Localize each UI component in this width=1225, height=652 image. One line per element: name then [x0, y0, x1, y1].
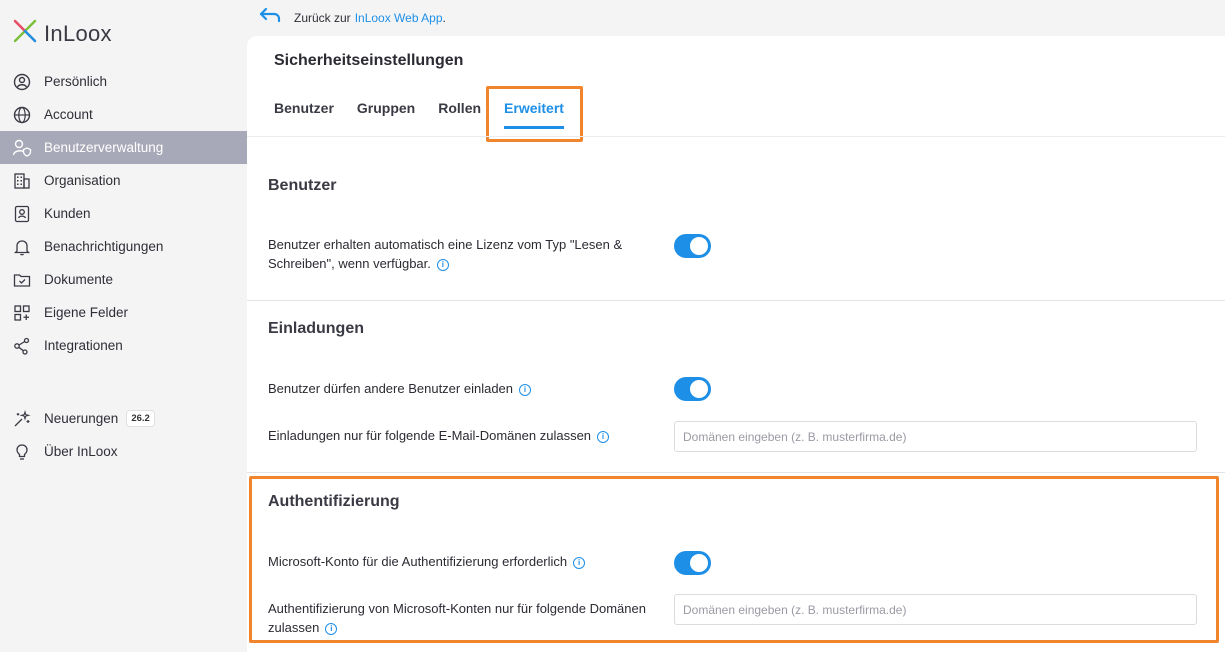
main-panel: Sicherheitseinstellungen Benutzer Gruppe… — [247, 36, 1225, 652]
back-link-suffix: . — [442, 10, 446, 25]
page-title: Sicherheitseinstellungen — [274, 52, 464, 69]
share-nodes-icon — [12, 336, 32, 356]
back-link-prefix: Zurück zur — [294, 10, 351, 25]
license-toggle[interactable] — [674, 234, 711, 258]
lightbulb-icon — [12, 442, 32, 462]
section-title-benutzer: Benutzer — [268, 177, 337, 194]
sidebar-item-neuerungen[interactable]: Neuerungen 26.2 — [0, 402, 247, 435]
section-divider — [247, 472, 1225, 473]
info-icon[interactable]: i — [573, 556, 586, 569]
folder-check-icon — [12, 270, 32, 290]
toggle-knob — [690, 554, 708, 572]
tab-rollen[interactable]: Rollen — [438, 100, 481, 129]
sidebar: InLoox Persönlich Account Benutzerverwal… — [0, 0, 247, 652]
sidebar-item-label: Dokumente — [44, 272, 114, 287]
building-icon — [12, 171, 32, 191]
sidebar-item-label: Benachrichtigungen — [44, 239, 164, 254]
setting-ms-auth-text: Microsoft-Konto für die Authentifizierun… — [268, 554, 568, 569]
sidebar-item-label: Persönlich — [44, 74, 108, 89]
info-icon[interactable]: i — [436, 258, 449, 271]
sidebar-item-eigene-felder[interactable]: Eigene Felder — [0, 296, 247, 329]
brand-logo[interactable]: InLoox — [12, 18, 112, 49]
sidebar-item-label: Integrationen — [44, 338, 123, 353]
globe-icon — [12, 105, 32, 125]
sidebar-item-kunden[interactable]: Kunden — [0, 197, 247, 230]
toggle-knob — [690, 380, 708, 398]
back-arrow-icon[interactable] — [258, 6, 282, 29]
sidebar-item-label: Eigene Felder — [44, 305, 129, 320]
brand-name: InLoox — [44, 20, 112, 46]
sidebar-item-label: Organisation — [44, 173, 121, 188]
toggle-knob — [690, 237, 708, 255]
ms-domains-input[interactable] — [674, 594, 1197, 625]
invite-domains-input[interactable] — [674, 421, 1197, 452]
section-divider — [247, 300, 1225, 301]
sidebar-item-persoenlich[interactable]: Persönlich — [0, 65, 247, 98]
sidebar-item-dokumente[interactable]: Dokumente — [0, 263, 247, 296]
tab-gruppen[interactable]: Gruppen — [357, 100, 415, 129]
setting-ms-auth-label: Microsoft-Konto für die Authentifizierun… — [268, 552, 653, 571]
inloox-logo-icon — [12, 18, 38, 49]
sidebar-secondary-nav: Neuerungen 26.2 Über InLoox — [0, 402, 247, 468]
sparkle-icon — [12, 409, 32, 429]
version-badge: 26.2 — [126, 410, 155, 427]
setting-invite-domains-text: Einladungen nur für folgende E-Mail-Domä… — [268, 428, 592, 443]
user-circle-icon — [12, 72, 32, 92]
sidebar-item-benachrichtigungen[interactable]: Benachrichtigungen — [0, 230, 247, 263]
setting-ms-domains-label: Authentifizierung von Microsoft-Konten n… — [268, 599, 653, 637]
tab-highlight-frame — [486, 86, 583, 142]
sidebar-item-benutzerverwaltung[interactable]: Benutzerverwaltung — [0, 131, 247, 164]
section-title-authentifizierung: Authentifizierung — [268, 493, 400, 510]
ms-auth-toggle[interactable] — [674, 551, 711, 575]
sidebar-item-label: Neuerungen — [44, 411, 119, 426]
setting-invite-label: Benutzer dürfen andere Benutzer einladen… — [268, 379, 653, 398]
setting-license-label: Benutzer erhalten automatisch eine Lizen… — [268, 235, 653, 273]
setting-invite-domains-label: Einladungen nur für folgende E-Mail-Domä… — [268, 426, 653, 445]
sidebar-item-integrationen[interactable]: Integrationen — [0, 329, 247, 362]
sidebar-item-label: Benutzerverwaltung — [44, 140, 164, 155]
sidebar-item-label: Kunden — [44, 206, 91, 221]
tab-benutzer[interactable]: Benutzer — [274, 100, 334, 129]
sidebar-nav: Persönlich Account Benutzerverwaltung Or… — [0, 65, 247, 362]
info-icon[interactable]: i — [519, 383, 532, 396]
sidebar-item-label: Über InLoox — [44, 444, 118, 459]
setting-invite-text: Benutzer dürfen andere Benutzer einladen — [268, 381, 514, 396]
info-icon[interactable]: i — [597, 430, 610, 443]
back-link[interactable]: Zurück zur InLoox Web App . — [258, 6, 446, 29]
section-title-einladungen: Einladungen — [268, 320, 364, 337]
user-shield-icon — [12, 138, 32, 158]
sidebar-item-ueber-inloox[interactable]: Über InLoox — [0, 435, 247, 468]
sidebar-item-account[interactable]: Account — [0, 98, 247, 131]
sidebar-item-label: Account — [44, 107, 93, 122]
tab-divider — [247, 136, 1225, 137]
info-icon[interactable]: i — [325, 622, 338, 635]
bell-icon — [12, 237, 32, 257]
sidebar-item-organisation[interactable]: Organisation — [0, 164, 247, 197]
contact-card-icon — [12, 204, 32, 224]
back-link-target[interactable]: InLoox Web App — [355, 11, 443, 25]
grid-plus-icon — [12, 303, 32, 323]
invite-toggle[interactable] — [674, 377, 711, 401]
